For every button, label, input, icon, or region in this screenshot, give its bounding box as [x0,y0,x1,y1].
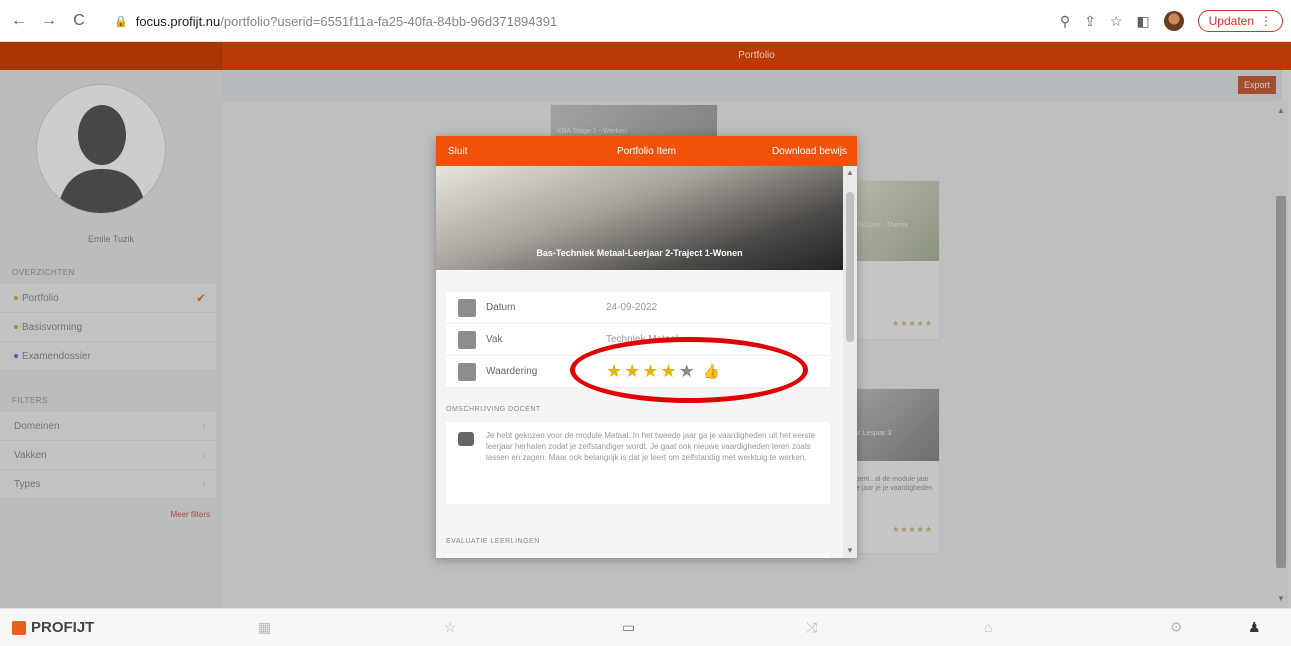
forward-icon[interactable]: → [38,10,60,32]
eval-section-label: EVALUATIE LEERLINGEN [446,538,540,545]
detail-value: Techniek Metaal [606,334,679,345]
logo: PROFIJT [12,619,94,636]
shuffle-icon[interactable]: ⤨ [806,619,817,636]
rating-icon [458,362,476,381]
share-icon[interactable]: ⇪ [1084,13,1096,30]
url-path: /portfolio?userid=6551f11a-fa25-40fa-84b… [220,13,558,29]
address-bar[interactable]: 🔒 focus.profijt.nu/portfolio?userid=6551… [114,6,1114,36]
detail-row-subject: Vak Techniek Metaal [446,324,830,356]
details-card: Datum 24-09-2022 Vak Techniek Metaal Waa… [446,292,830,388]
bottom-navigation: PROFIJT ▦ ☆ ▭ ⤨ ⌂ ⚙ ♟ [0,608,1291,646]
browser-toolbar: ← → C 🔒 focus.profijt.nu/portfolio?useri… [0,0,1291,42]
settings-icon[interactable]: ⚙ [1170,619,1183,636]
star-icon[interactable]: ★ [679,361,695,382]
star-icon[interactable]: ★ [606,361,622,382]
user-icon[interactable]: ♟ [1248,619,1261,636]
scroll-up-icon[interactable]: ▲ [846,168,854,177]
close-button[interactable]: Sluit [448,146,467,157]
star-icon[interactable]: ★ [660,361,676,382]
bookmark-star-icon[interactable]: ☆ [1110,13,1123,30]
docent-description-card: Je hebt gekozen voor de module Metaal. I… [446,422,830,504]
browser-actions: ⚲ ⇪ ☆ ◧ Updaten ⋮ [1060,6,1283,36]
star-icon[interactable]: ★ [642,361,658,382]
thumbs-up-icon[interactable]: 👍 [703,363,720,380]
profile-avatar[interactable] [1163,11,1184,31]
modal-scrollbar[interactable]: ▲ ▼ [843,166,857,558]
logo-text: PROFIJT [31,619,95,636]
detail-value: 24-09-2022 [606,302,658,313]
detail-label: Waardering [486,366,538,377]
url-host: focus.profijt.nu [135,13,221,29]
portfolio-item-modal: Sluit Portfolio Item Download bewijs Bas… [436,136,857,558]
calendar-icon [458,298,476,317]
appbar-left-block [0,42,222,70]
back-icon[interactable]: ← [8,10,30,32]
logo-mark-icon [12,620,26,635]
detail-label: Datum [486,302,516,313]
kebab-menu-icon: ⋮ [1260,14,1272,28]
book-icon [458,330,476,349]
download-proof-button[interactable]: Download bewijs [772,146,847,157]
grid-icon[interactable]: ▦ [258,619,271,636]
app-header: Portfolio [0,42,1291,70]
modal-body: Bas-Techniek Metaal-Leerjaar 2-Traject 1… [436,166,843,558]
update-label: Updaten [1208,14,1254,28]
docent-section-label: OMSCHRIJVING DOCENT [446,406,541,413]
lock-outline-icon[interactable]: ⌂ [984,619,992,635]
evaluation-card [446,556,830,558]
modal-scroll-thumb[interactable] [846,192,854,342]
detail-label: Vak [486,334,503,345]
page-title: Portfolio [738,50,775,61]
sidepanel-icon[interactable]: ◧ [1136,13,1149,30]
detail-row-rating: Waardering ★ ★ ★ ★ ★ 👍 [446,356,830,388]
scroll-down-icon[interactable]: ▼ [846,546,854,555]
star-outline-icon[interactable]: ☆ [444,619,457,636]
hero-image: Bas-Techniek Metaal-Leerjaar 2-Traject 1… [436,166,843,270]
star-rating[interactable]: ★ ★ ★ ★ ★ 👍 [606,361,720,382]
zoom-icon[interactable]: ⚲ [1060,13,1070,30]
folder-icon[interactable]: ▭ [622,619,635,636]
update-button[interactable]: Updaten ⋮ [1197,10,1283,32]
hero-title: Bas-Techniek Metaal-Leerjaar 2-Traject 1… [536,248,743,258]
modal-header: Sluit Portfolio Item Download bewijs [436,136,857,166]
lock-icon: 🔒 [114,15,128,28]
docent-description: Je hebt gekozen voor de module Metaal. I… [486,431,816,462]
star-icon[interactable]: ★ [624,361,640,382]
chat-icon [458,432,474,446]
detail-row-date: Datum 24-09-2022 [446,292,830,324]
reload-icon[interactable]: C [68,10,90,32]
